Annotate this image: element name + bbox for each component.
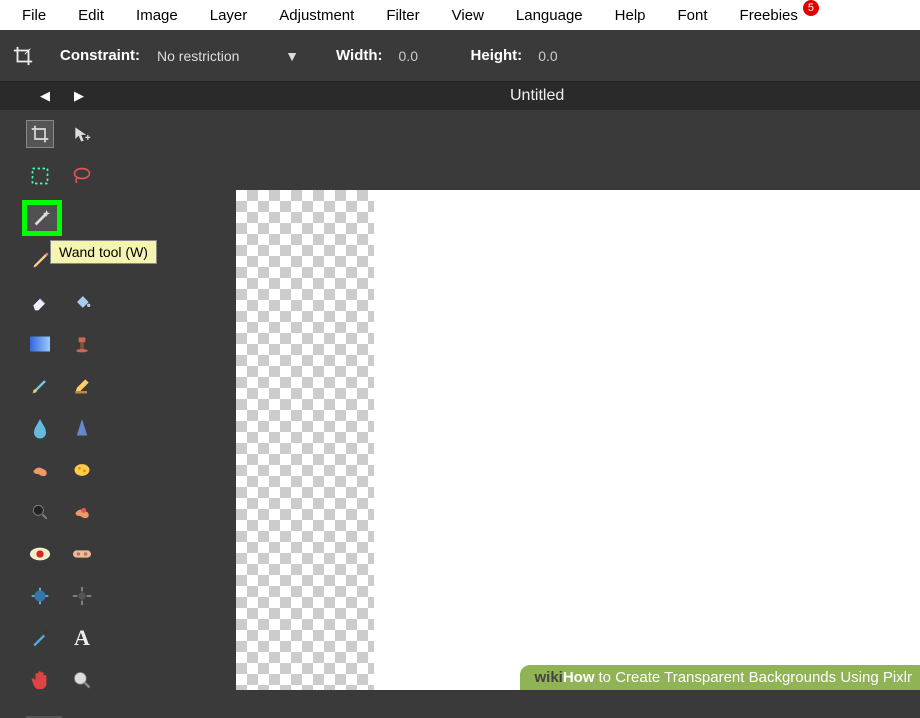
sharpen-tool[interactable] (68, 414, 96, 442)
document-canvas[interactable] (236, 190, 920, 690)
smudge-tool[interactable] (26, 456, 54, 484)
gradient-tool[interactable] (26, 330, 54, 358)
tab-prev-button[interactable]: ◀ (40, 88, 50, 104)
dodge-tool[interactable] (26, 498, 54, 526)
caption-text: to Create Transparent Backgrounds Using … (599, 669, 912, 686)
menu-filter[interactable]: Filter (370, 2, 435, 29)
chevron-down-icon: ▼ (285, 48, 299, 64)
transparent-region (236, 190, 374, 690)
canvas-viewport[interactable] (112, 110, 920, 690)
constraint-label: Constraint: (60, 47, 140, 64)
notification-badge: 5 (803, 0, 819, 16)
menu-font[interactable]: Font (662, 2, 724, 29)
crop-tool[interactable] (26, 120, 54, 148)
tool-palette: Wand tool (W) (0, 110, 112, 690)
menu-layer[interactable]: Layer (194, 2, 264, 29)
menu-bar: File Edit Image Layer Adjustment Filter … (0, 0, 920, 30)
height-label: Height: (471, 47, 523, 64)
pinch-tool[interactable] (68, 582, 96, 610)
red-eye-tool[interactable] (26, 540, 54, 568)
width-value[interactable]: 0.0 (391, 46, 441, 66)
menu-adjustment[interactable]: Adjustment (263, 2, 370, 29)
menu-file[interactable]: File (6, 2, 62, 29)
document-title: Untitled (510, 87, 564, 105)
type-tool[interactable]: A (68, 624, 96, 652)
main-area: Wand tool (W) (0, 110, 920, 690)
tool-options-bar: Constraint: No restriction ▼ Width: 0.0 … (0, 30, 920, 82)
menu-view[interactable]: View (436, 2, 500, 29)
how-logo-text: How (563, 669, 595, 686)
drawing-tool[interactable] (68, 372, 96, 400)
menu-image[interactable]: Image (120, 2, 194, 29)
menu-language[interactable]: Language (500, 2, 599, 29)
color-replace-tool[interactable] (26, 372, 54, 400)
constraint-dropdown[interactable]: No restriction ▼ (148, 43, 308, 69)
menu-edit[interactable]: Edit (62, 2, 120, 29)
bloat-tool[interactable] (26, 582, 54, 610)
move-tool[interactable] (68, 120, 96, 148)
blur-tool[interactable] (26, 414, 54, 442)
menu-freebies[interactable]: Freebies 5 (724, 2, 814, 29)
width-label: Width: (336, 47, 383, 64)
burn-tool[interactable] (68, 498, 96, 526)
wand-tool[interactable] (23, 201, 61, 235)
wiki-logo-text: wiki (534, 669, 562, 686)
menu-help[interactable]: Help (599, 2, 662, 29)
clone-stamp-tool[interactable] (68, 330, 96, 358)
wikihow-caption: wikiHow to Create Transparent Background… (520, 665, 920, 690)
tab-next-button[interactable]: ▶ (74, 88, 84, 104)
bucket-tool[interactable] (68, 288, 96, 316)
constraint-value: No restriction (157, 48, 239, 64)
crop-icon (10, 43, 36, 69)
spot-heal-tool[interactable] (68, 540, 96, 568)
sponge-tool[interactable] (68, 456, 96, 484)
marquee-tool[interactable] (26, 162, 54, 190)
document-tab-bar: ◀ ▶ Untitled (0, 82, 920, 110)
colorpicker-tool[interactable] (26, 624, 54, 652)
wand-tooltip: Wand tool (W) (50, 240, 157, 264)
eraser-tool[interactable] (26, 288, 54, 316)
height-value[interactable]: 0.0 (530, 46, 580, 66)
lasso-tool[interactable] (68, 162, 96, 190)
